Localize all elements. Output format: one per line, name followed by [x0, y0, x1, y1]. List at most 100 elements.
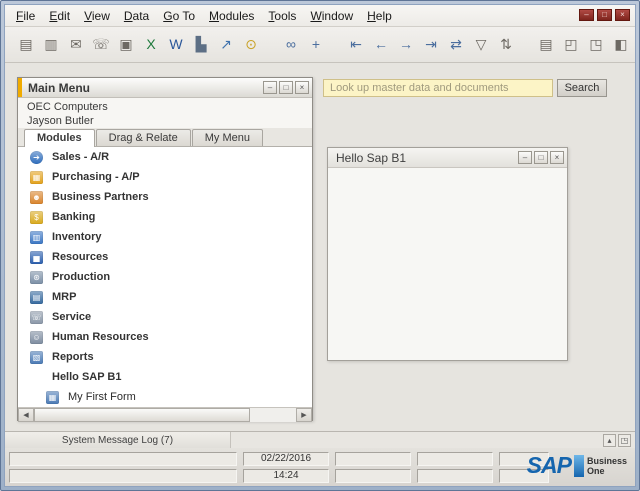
find-group: ∞ +: [280, 34, 327, 56]
search-button[interactable]: Search: [557, 79, 607, 97]
fax-icon[interactable]: ▣: [115, 34, 137, 56]
application-window: File Edit View Data Go To Modules Tools Window H…: [0, 0, 640, 491]
sort-table-icon[interactable]: ⇅: [495, 34, 517, 56]
company-name: OEC Computers: [27, 101, 108, 113]
menu-item-service[interactable]: ☏ Service: [18, 307, 312, 327]
lock-screen-icon[interactable]: ⊙: [240, 34, 262, 56]
tab-modules[interactable]: Modules: [24, 129, 95, 147]
desktop: Main Menu – □ × OEC Computers Jayson But…: [5, 63, 635, 431]
email-icon[interactable]: ✉: [65, 34, 87, 56]
base-document-icon[interactable]: ◰: [560, 34, 582, 56]
status-cell: [9, 469, 237, 483]
export-pdf-icon[interactable]: ▙: [190, 34, 212, 56]
menu-item-sales-a-r[interactable]: ➔ Sales - A/R: [18, 147, 312, 167]
status-cell: [9, 452, 237, 466]
print-icon[interactable]: ▥: [40, 34, 62, 56]
last-record-icon[interactable]: ⇥: [420, 34, 442, 56]
menu-help[interactable]: Help: [360, 6, 399, 26]
minimize-button[interactable]: –: [579, 9, 594, 21]
previous-record-icon[interactable]: ←: [370, 34, 392, 56]
close-button[interactable]: ×: [615, 9, 630, 21]
add-record-icon[interactable]: +: [305, 34, 327, 56]
menu-item-label: Resources: [52, 251, 109, 263]
gross-profit-icon[interactable]: %: [635, 34, 636, 56]
menu-data[interactable]: Data: [117, 6, 156, 26]
service-icon: ☏: [30, 310, 43, 324]
menu-item-label: Sales - A/R: [52, 151, 110, 163]
sap-logo-text: SAP: [526, 452, 572, 478]
launch-application-icon[interactable]: ↗: [215, 34, 237, 56]
menu-edit[interactable]: Edit: [42, 6, 77, 26]
close-window-button[interactable]: ×: [550, 151, 564, 164]
purchasing-cart-icon: ▦: [30, 170, 43, 184]
status-time: 14:24: [243, 469, 329, 483]
system-message-log-tab[interactable]: System Message Log (7): [5, 432, 231, 448]
sap-product-line1: Business: [586, 455, 627, 466]
scrollbar-thumb[interactable]: [34, 408, 250, 422]
hello-window-controls: – □ ×: [518, 151, 567, 164]
menu-item-label: Inventory: [52, 231, 102, 243]
file-group: ▤ ▥ ✉ ☏ ▣ X W ▙ ↗ ⊙: [15, 34, 262, 56]
scroll-left-icon[interactable]: ◀: [18, 408, 34, 422]
main-menu-window: Main Menu – □ × OEC Computers Jayson But…: [17, 77, 313, 422]
menu-item-human-resources[interactable]: ☺ Human Resources: [18, 327, 312, 347]
find-icon[interactable]: ∞: [280, 34, 302, 56]
menu-item-hello-sap-b1[interactable]: Hello SAP B1: [18, 367, 312, 387]
menu-view[interactable]: View: [77, 6, 117, 26]
restore-window-button[interactable]: □: [279, 81, 293, 94]
inventory-icon: ▥: [30, 230, 43, 244]
minimize-window-button[interactable]: –: [518, 151, 532, 164]
target-document-icon[interactable]: ◳: [585, 34, 607, 56]
menu-window[interactable]: Window: [303, 6, 360, 26]
sales-icon: ➔: [30, 150, 43, 164]
expand-log-icon[interactable]: ▴: [603, 433, 616, 447]
first-record-icon[interactable]: ⇤: [345, 34, 367, 56]
menu-tools[interactable]: Tools: [261, 6, 303, 26]
mrp-icon: ▤: [30, 290, 43, 304]
sms-icon[interactable]: ☏: [90, 34, 112, 56]
main-menu-list: ➔ Sales - A/R ▦ Purchasing - A/P ☻ Business P…: [18, 147, 312, 407]
company-area: OEC Computers Jayson Butler: [18, 98, 312, 128]
menu-item-my-first-form[interactable]: ▦ My First Form: [18, 387, 312, 407]
menu-item-inventory[interactable]: ▥ Inventory: [18, 227, 312, 247]
next-record-icon[interactable]: →: [395, 34, 417, 56]
menu-file[interactable]: File: [9, 6, 42, 26]
filter-table-icon[interactable]: ▽: [470, 34, 492, 56]
menu-item-purchasing-a-p[interactable]: ▦ Purchasing - A/P: [18, 167, 312, 187]
search-input[interactable]: [323, 79, 553, 97]
hello-window-title: Hello Sap B1: [336, 150, 407, 165]
titlebar-accent: [18, 78, 22, 97]
menu-item-mrp[interactable]: ▤ MRP: [18, 287, 312, 307]
menu-item-business-partners[interactable]: ☻ Business Partners: [18, 187, 312, 207]
scroll-right-icon[interactable]: ▶: [296, 408, 312, 422]
app-surface: File Edit View Data Go To Modules Tools Window H…: [4, 4, 636, 487]
menu-item-label: Human Resources: [52, 331, 149, 343]
menu-item-label: My First Form: [68, 391, 136, 403]
export-word-icon[interactable]: W: [165, 34, 187, 56]
hello-window-titlebar[interactable]: Hello Sap B1 – □ ×: [328, 148, 567, 168]
transaction-journal-icon[interactable]: ▤: [535, 34, 557, 56]
status-cell: [417, 452, 493, 466]
horizontal-scrollbar[interactable]: ◀ ▶: [18, 407, 312, 422]
tab-my-menu[interactable]: My Menu: [191, 129, 263, 146]
float-log-icon[interactable]: ◳: [618, 433, 631, 447]
minimize-window-button[interactable]: –: [263, 81, 277, 94]
export-excel-icon[interactable]: X: [140, 34, 162, 56]
menu-bar-items: File Edit View Data Go To Modules Tools Window H…: [5, 5, 635, 26]
menu-item-production[interactable]: ⊛ Production: [18, 267, 312, 287]
restore-button[interactable]: □: [597, 9, 612, 21]
tab-drag-relate[interactable]: Drag & Relate: [95, 129, 191, 146]
menu-item-banking[interactable]: $ Banking: [18, 207, 312, 227]
print-preview-icon[interactable]: ▤: [15, 34, 37, 56]
menu-item-resources[interactable]: ▅ Resources: [18, 247, 312, 267]
refresh-record-icon[interactable]: ⇄: [445, 34, 467, 56]
menu-go-to[interactable]: Go To: [156, 6, 202, 26]
menu-item-reports[interactable]: ▧ Reports: [18, 347, 312, 367]
main-menu-titlebar[interactable]: Main Menu – □ ×: [18, 78, 312, 98]
close-window-button[interactable]: ×: [295, 81, 309, 94]
banking-coins-icon: $: [30, 210, 43, 224]
restore-window-button[interactable]: □: [534, 151, 548, 164]
menu-modules[interactable]: Modules: [202, 6, 261, 26]
payment-means-icon[interactable]: ◧: [610, 34, 632, 56]
message-log-icons: ▴ ◳: [603, 433, 635, 447]
